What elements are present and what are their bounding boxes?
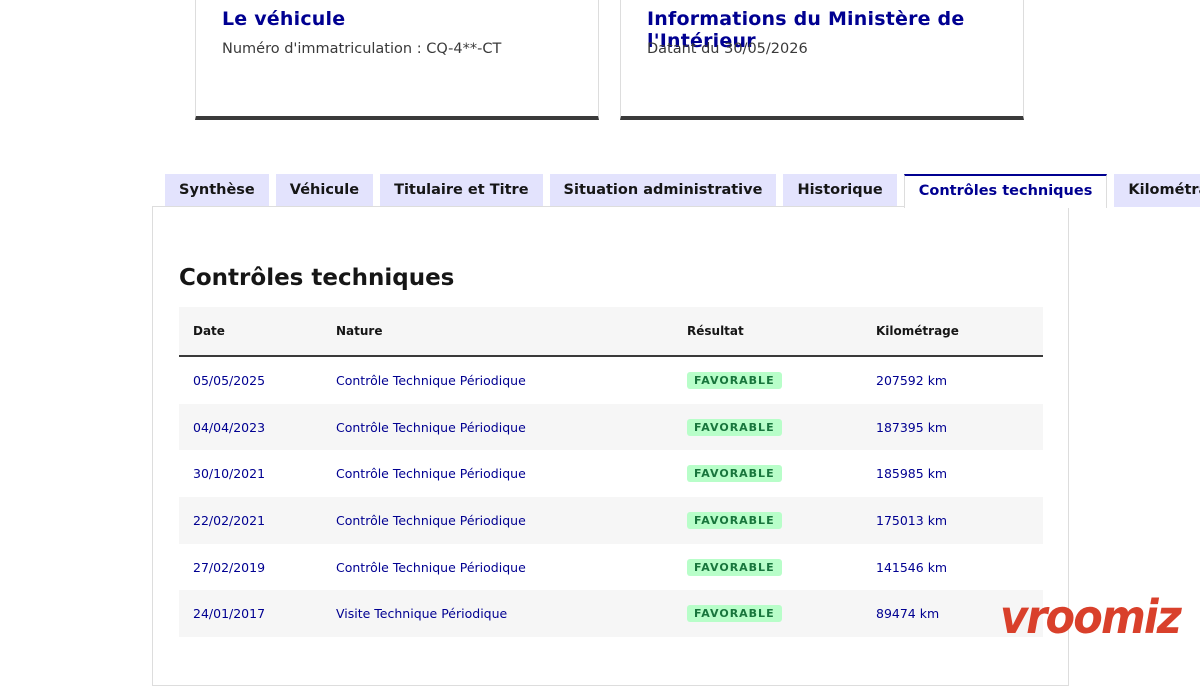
result-badge: FAVORABLE [687, 511, 782, 529]
tab-situation-administrative[interactable]: Situation administrative [549, 174, 777, 207]
registration-number: Numéro d'immatriculation : CQ-4**-CT [222, 41, 502, 57]
row-mileage: 185985 km [876, 466, 948, 482]
tab-bar: Synthèse Véhicule Titulaire et Titre Sit… [165, 174, 1200, 208]
vehicle-card: Le véhicule Numéro d'immatriculation : C… [195, 0, 599, 120]
tab-historique[interactable]: Historique [783, 174, 897, 207]
table-row: 05/05/2025 Contrôle Technique Périodique… [179, 357, 1043, 404]
inspections-table: Date Nature Résultat Kilométrage 05/05/2… [179, 307, 1043, 638]
row-nature: Contrôle Technique Périodique [336, 559, 526, 575]
tab-synthese[interactable]: Synthèse [165, 174, 269, 207]
vehicle-card-title: Le véhicule [222, 8, 346, 30]
row-mileage: 175013 km [876, 512, 948, 528]
row-date: 27/02/2019 [193, 559, 266, 575]
table-row: 30/10/2021 Contrôle Technique Périodique… [179, 450, 1043, 497]
tab-controles-techniques[interactable]: Contrôles techniques [903, 174, 1108, 208]
row-mileage: 187395 km [876, 419, 948, 435]
tab-vehicule[interactable]: Véhicule [275, 174, 374, 207]
table-row: 27/02/2019 Contrôle Technique Périodique… [179, 544, 1043, 591]
section-title: Contrôles techniques [179, 265, 455, 291]
row-nature: Contrôle Technique Périodique [336, 512, 526, 528]
svg-text:vroomiz: vroomiz [1000, 592, 1182, 644]
row-date: 22/02/2021 [193, 512, 266, 528]
row-mileage: 141546 km [876, 559, 948, 575]
result-badge: FAVORABLE [687, 371, 782, 389]
result-badge: FAVORABLE [687, 418, 782, 436]
table-row: 04/04/2023 Contrôle Technique Périodique… [179, 403, 1043, 451]
column-header-nature: Nature [336, 324, 383, 338]
row-date: 04/04/2023 [193, 419, 266, 435]
column-header-date: Date [193, 324, 225, 338]
result-badge: FAVORABLE [687, 465, 782, 483]
row-nature: Contrôle Technique Périodique [336, 419, 526, 435]
tab-panel: Contrôles techniques Date Nature Résulta… [152, 206, 1069, 686]
result-badge: FAVORABLE [687, 605, 782, 623]
tab-kilometrage[interactable]: Kilométrage [1114, 174, 1200, 207]
row-date: 24/01/2017 [193, 606, 266, 622]
ministry-card: Informations du Ministère de l'Intérieur… [620, 0, 1024, 120]
table-row: 24/01/2017 Visite Technique Périodique F… [179, 590, 1043, 638]
row-nature: Contrôle Technique Périodique [336, 372, 526, 388]
row-nature: Visite Technique Périodique [336, 606, 508, 622]
column-header-mileage: Kilométrage [876, 324, 959, 338]
table-row: 22/02/2021 Contrôle Technique Périodique… [179, 497, 1043, 544]
ministry-data-date: Datant du 30/05/2026 [647, 41, 808, 57]
row-mileage: 207592 km [876, 372, 948, 388]
row-date: 05/05/2025 [193, 372, 266, 388]
result-badge: FAVORABLE [687, 558, 782, 576]
row-date: 30/10/2021 [193, 466, 266, 482]
table-header: Date Nature Résultat Kilométrage [179, 307, 1043, 357]
vroomiz-logo: vroomiz [1000, 592, 1182, 644]
column-header-result: Résultat [687, 324, 744, 338]
row-nature: Contrôle Technique Périodique [336, 466, 526, 482]
tab-titulaire-et-titre[interactable]: Titulaire et Titre [380, 174, 543, 207]
